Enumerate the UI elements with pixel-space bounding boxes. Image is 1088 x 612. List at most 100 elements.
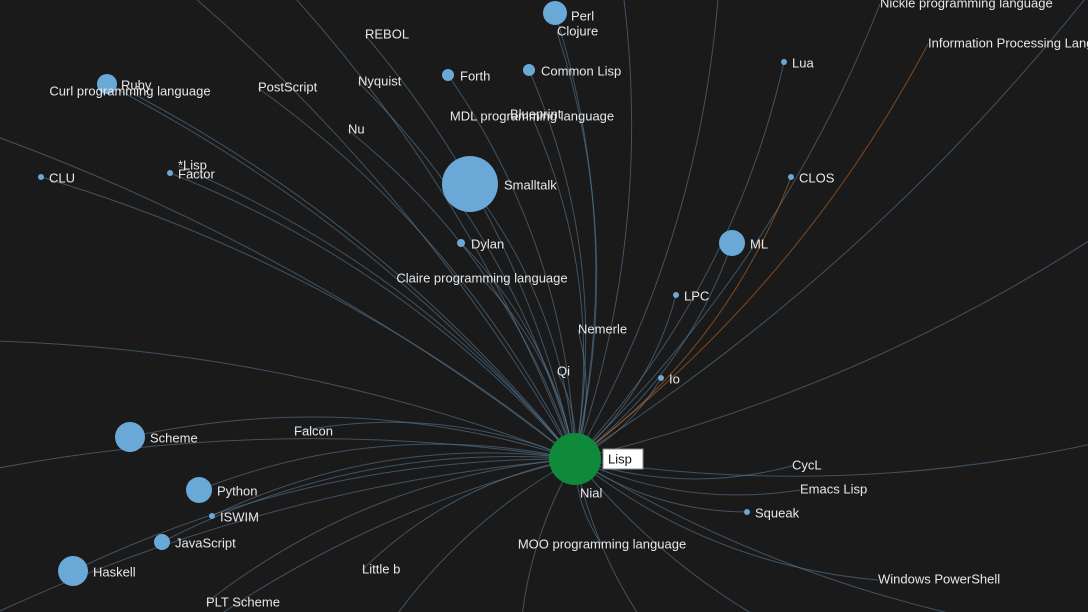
node-label: Windows PowerShell [878, 571, 1000, 586]
center-tooltip-label: Lisp [608, 451, 632, 466]
node-dot [457, 239, 465, 247]
graph-node[interactable]: Windows PowerShell [878, 571, 1000, 586]
graph-node[interactable]: Nyquist [358, 73, 402, 88]
graph-node[interactable]: CLOS [788, 170, 835, 185]
node-dot [442, 156, 498, 212]
node-dot [781, 59, 787, 65]
graph-node[interactable]: Nemerle [578, 321, 627, 336]
graph-node[interactable]: Smalltalk [442, 156, 557, 212]
node-label: Nemerle [578, 321, 627, 336]
node-dot [186, 477, 212, 503]
node-dot [442, 69, 454, 81]
node-label: ISWIM [220, 509, 259, 524]
graph-node[interactable]: Lua [781, 55, 814, 70]
node-label: Blueprint [510, 106, 562, 121]
node-dot [719, 230, 745, 256]
graph-node[interactable]: Information Processing Language [928, 35, 1088, 50]
graph-node[interactable]: ML [719, 230, 768, 256]
node-label: Curl programming language [49, 83, 210, 98]
graph-node[interactable]: PostScript [258, 79, 318, 94]
node-dot [58, 556, 88, 586]
node-label: PostScript [258, 79, 318, 94]
graph-edge [575, 177, 791, 459]
graph-edge [0, 439, 575, 480]
node-label: Clojure [557, 23, 598, 38]
node-label: Scheme [150, 430, 198, 445]
node-label: Nu [348, 121, 365, 136]
node-label: Lua [792, 55, 814, 70]
node-label: ML [750, 236, 768, 251]
graph-node[interactable]: Nial [580, 485, 603, 500]
node-label: Qi [557, 363, 570, 378]
graph-edge [178, 166, 575, 459]
graph-node[interactable]: Claire programming language [396, 270, 567, 285]
node-dot [658, 375, 664, 381]
graph-edge [575, 0, 1088, 459]
graph-edge [0, 459, 575, 612]
graph-node[interactable]: Clojure [557, 23, 598, 38]
node-dot [115, 422, 145, 452]
graph-edge [170, 173, 575, 459]
graph-node[interactable]: JavaScript [154, 534, 236, 550]
graph-node[interactable]: Common Lisp [523, 63, 621, 78]
graph-node[interactable]: CycL [792, 457, 822, 472]
node-label: Information Processing Language [928, 35, 1088, 50]
node-label: Factor [178, 166, 216, 181]
node-label: Nial [580, 485, 603, 500]
graph-node[interactable]: Little b [362, 561, 400, 576]
graph-edge [555, 13, 596, 459]
network-graph[interactable]: Lisp PerlClojure REBOL Nickle programming l… [0, 0, 1088, 612]
graph-node[interactable]: Haskell [58, 556, 136, 586]
graph-node[interactable]: Factor [167, 166, 216, 181]
graph-edge [73, 459, 575, 571]
graph-node[interactable]: PLT Scheme [206, 594, 280, 609]
node-label: Emacs Lisp [800, 481, 867, 496]
graph-node[interactable]: Python [186, 477, 257, 503]
node-label: Haskell [93, 564, 136, 579]
graph-edge [575, 200, 1088, 459]
graph-node[interactable]: MOO programming language [518, 536, 686, 551]
graph-node[interactable]: Blueprint [510, 106, 562, 121]
graph-edge [575, 243, 732, 459]
graph-edge [365, 35, 575, 459]
graph-edge [0, 340, 575, 459]
graph-edge [206, 459, 575, 603]
node-label: Python [217, 483, 257, 498]
node-label: Nickle programming language [880, 0, 1053, 10]
node-label: CLU [49, 170, 75, 185]
graph-node[interactable]: Squeak [744, 505, 800, 520]
node-label: MOO programming language [518, 536, 686, 551]
node-label: Smalltalk [504, 177, 557, 192]
node-label: CycL [792, 457, 822, 472]
node-label: Forth [460, 68, 490, 83]
graph-node[interactable]: Falcon [294, 423, 333, 438]
node-dot [543, 1, 567, 25]
graph-edge [532, 117, 584, 459]
node-label: Io [669, 371, 680, 386]
node-label: Claire programming language [396, 270, 567, 285]
graph-edge [150, 0, 575, 459]
center-tooltip: Lisp [603, 449, 643, 469]
graph-node[interactable]: Curl programming language [49, 83, 210, 98]
graph-edge [575, 430, 1088, 476]
node-label: Common Lisp [541, 63, 621, 78]
graph-node[interactable]: CLU [38, 170, 75, 185]
graph-node[interactable]: Dylan [457, 236, 504, 251]
node-label: PLT Scheme [206, 594, 280, 609]
graph-node[interactable]: Nu [348, 121, 365, 136]
graph-node[interactable]: Emacs Lisp [800, 481, 867, 496]
node-label: Little b [362, 561, 400, 576]
graph-node[interactable]: Qi [557, 363, 570, 378]
graph-node[interactable]: LPC [673, 288, 709, 303]
center-node[interactable]: Lisp [549, 433, 643, 485]
graph-node[interactable]: Forth [442, 68, 490, 83]
graph-node[interactable]: Nickle programming language [880, 0, 1053, 10]
graph-node[interactable]: Perl [543, 1, 594, 25]
graph-edge [448, 75, 575, 459]
nodes-layer: Lisp PerlClojure REBOL Nickle programming l… [38, 0, 1088, 609]
node-label: LPC [684, 288, 709, 303]
node-dot [523, 64, 535, 76]
node-label: JavaScript [175, 535, 236, 550]
graph-node[interactable]: REBOL [365, 26, 409, 41]
node-label: Nyquist [358, 73, 402, 88]
